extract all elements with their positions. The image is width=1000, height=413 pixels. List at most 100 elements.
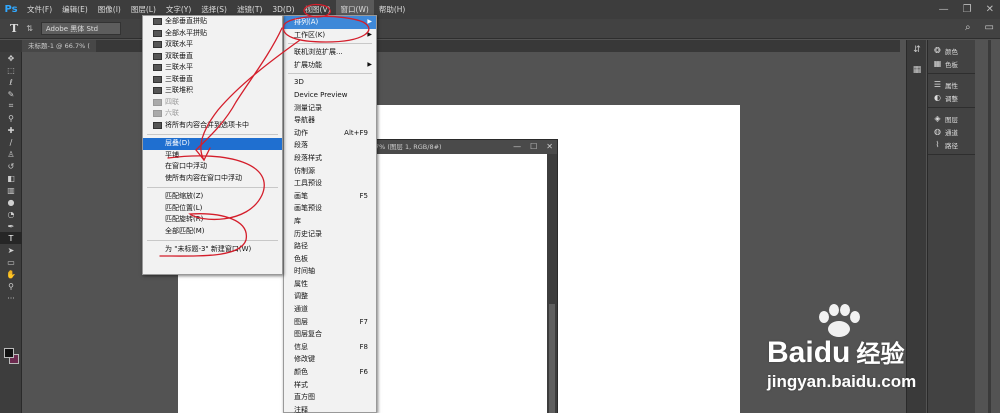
- hand-tool-icon[interactable]: ✋: [0, 268, 22, 280]
- foreground-color-swatch[interactable]: [4, 348, 14, 358]
- window-menu-item[interactable]: 图层 F7: [284, 316, 376, 329]
- dodge-tool-icon[interactable]: ◔: [0, 208, 22, 220]
- window-menu-item[interactable]: 扩展功能 ▶: [284, 59, 376, 72]
- window-menu-item[interactable]: 仿制源: [284, 165, 376, 178]
- arrange-menu-item[interactable]: 匹配位置(L): [143, 203, 282, 215]
- marquee-tool-icon[interactable]: ⬚: [0, 64, 22, 76]
- restore-icon[interactable]: ❐: [963, 4, 972, 15]
- panel-tab-1-0[interactable]: ☰ 属性: [928, 78, 975, 91]
- panel-strip-icon-0[interactable]: ⇵: [907, 40, 927, 60]
- window-menu-item[interactable]: 3D: [284, 76, 376, 89]
- panel-tab-2-2[interactable]: ⌇ 路径: [928, 138, 975, 151]
- window-menu-item[interactable]: 画笔预设: [284, 202, 376, 215]
- arrange-menu-item[interactable]: 匹配缩放(Z): [143, 191, 282, 203]
- eraser-tool-icon[interactable]: ◧: [0, 172, 22, 184]
- doc-maximize-icon[interactable]: ☐: [530, 140, 537, 154]
- panel-tab-2-1[interactable]: ◍ 通道: [928, 125, 975, 138]
- doc-minimize-icon[interactable]: —: [513, 140, 521, 154]
- font-family-select[interactable]: Adobe 黑体 Std: [40, 22, 121, 35]
- panel-strip-icon-1[interactable]: ▦: [907, 60, 927, 80]
- document-window-canvas[interactable]: [371, 154, 547, 413]
- window-menu-item[interactable]: 导航器: [284, 114, 376, 127]
- menu-0[interactable]: 文件(F): [22, 0, 57, 19]
- window-menu-item[interactable]: 段落: [284, 139, 376, 152]
- crop-tool-icon[interactable]: ⌗: [0, 100, 22, 112]
- text-orientation-icon[interactable]: ⇅: [26, 24, 33, 33]
- panel-tab-0-1[interactable]: ▦ 色板: [928, 57, 975, 70]
- window-menu-item[interactable]: 注释: [284, 404, 376, 413]
- arrange-menu-item[interactable]: 全部垂直拼贴: [143, 16, 282, 28]
- window-menu-item-label: 3D: [294, 78, 304, 87]
- panel-tab-0-0[interactable]: ❂ 颜色: [928, 44, 975, 57]
- pen-tool-icon[interactable]: ✒: [0, 220, 22, 232]
- arrange-menu-item[interactable]: 为 "未标题-3" 新建窗口(W): [143, 244, 282, 256]
- type-tool-icon[interactable]: T: [0, 232, 22, 244]
- panel-tab-2-0[interactable]: ◈ 图层: [928, 112, 975, 125]
- more-tools-icon[interactable]: ···: [0, 292, 22, 304]
- arrange-menu-item[interactable]: 使所有内容在窗口中浮动: [143, 173, 282, 185]
- window-menu-item[interactable]: 画笔 F5: [284, 190, 376, 203]
- blur-tool-icon[interactable]: ●: [0, 196, 22, 208]
- eyedropper-tool-icon[interactable]: ⚲: [0, 112, 22, 124]
- arrange-menu-item[interactable]: 全部匹配(M): [143, 226, 282, 238]
- window-menu-item[interactable]: Device Preview: [284, 89, 376, 102]
- window-menu-item[interactable]: 直方图: [284, 391, 376, 404]
- move-tool-icon[interactable]: ✥: [0, 52, 22, 64]
- history-brush-tool-icon[interactable]: ↺: [0, 160, 22, 172]
- window-menu-item[interactable]: 历史记录: [284, 228, 376, 241]
- window-menu-item[interactable]: 联机浏览扩展...: [284, 46, 376, 59]
- arrange-menu-item[interactable]: 双联垂直: [143, 51, 282, 63]
- stamp-tool-icon[interactable]: ♙: [0, 148, 22, 160]
- arrange-menu-item[interactable]: 层叠(D): [143, 138, 282, 150]
- window-menu-item[interactable]: 颜色 F6: [284, 366, 376, 379]
- window-menu-item[interactable]: 时间轴: [284, 265, 376, 278]
- document-window-title-bar[interactable]: 7% (图层 1, RGB/8#) — ☐ ✕: [371, 140, 557, 154]
- window-menu-item[interactable]: 样式: [284, 379, 376, 392]
- window-menu-item[interactable]: 段落样式: [284, 152, 376, 165]
- minimize-icon[interactable]: —: [939, 4, 949, 15]
- brush-tool-icon[interactable]: ∕: [0, 136, 22, 148]
- window-menu-item[interactable]: 色板: [284, 253, 376, 266]
- type-tool-icon[interactable]: T: [10, 22, 18, 35]
- panel-tab-1-1[interactable]: ◐ 调整: [928, 91, 975, 104]
- quick-select-tool-icon[interactable]: ✎: [0, 88, 22, 100]
- window-menu-item[interactable]: 通道: [284, 303, 376, 316]
- window-menu-item[interactable]: 动作 Alt+F9: [284, 127, 376, 140]
- scrollbar-thumb[interactable]: [549, 304, 555, 413]
- close-icon[interactable]: ✕: [986, 4, 994, 15]
- path-select-tool-icon[interactable]: ➤: [0, 244, 22, 256]
- window-menu-item[interactable]: 信息 F8: [284, 341, 376, 354]
- window-menu-item[interactable]: 库: [284, 215, 376, 228]
- document-tab[interactable]: 未标题-1 @ 66.7% (: [22, 40, 96, 52]
- healing-tool-icon[interactable]: ✚: [0, 124, 22, 136]
- gradient-tool-icon[interactable]: ▥: [0, 184, 22, 196]
- arrange-menu-item[interactable]: 将所有内容合并到选项卡中: [143, 120, 282, 132]
- window-menu-item[interactable]: 工作区(K) ▶: [284, 29, 376, 42]
- shape-tool-icon[interactable]: ▭: [0, 256, 22, 268]
- zoom-tool-icon[interactable]: ⚲: [0, 280, 22, 292]
- arrange-menu-item[interactable]: 平铺: [143, 150, 282, 162]
- window-menu-item[interactable]: 调整: [284, 290, 376, 303]
- window-menu-item[interactable]: 测量记录: [284, 102, 376, 115]
- window-menu-item[interactable]: 属性: [284, 278, 376, 291]
- arrange-menu-item[interactable]: 三联垂直: [143, 74, 282, 86]
- window-menu-item[interactable]: 排列(A) ▶: [284, 16, 376, 29]
- arrange-menu-item[interactable]: 在窗口中浮动: [143, 161, 282, 173]
- menu-2[interactable]: 图像(I): [93, 0, 126, 19]
- arrange-menu-item[interactable]: 匹配旋转(R): [143, 214, 282, 226]
- lasso-tool-icon[interactable]: ℓ: [0, 76, 22, 88]
- arrange-menu-item[interactable]: 全部水平拼贴: [143, 28, 282, 40]
- document-window-scrollbar[interactable]: [547, 154, 557, 413]
- window-menu-item[interactable]: 路径: [284, 240, 376, 253]
- window-menu-item[interactable]: 工具预设: [284, 177, 376, 190]
- arrange-menu-item[interactable]: 三联水平: [143, 62, 282, 74]
- arrange-menu-item[interactable]: 三联堆积: [143, 85, 282, 97]
- arrange-menu-item[interactable]: 双联水平: [143, 39, 282, 51]
- menu-1[interactable]: 编辑(E): [57, 0, 93, 19]
- search-icon[interactable]: ⌕: [965, 22, 971, 33]
- doc-close-icon[interactable]: ✕: [546, 140, 553, 154]
- window-menu-item[interactable]: 图层复合: [284, 328, 376, 341]
- workspace-icon[interactable]: ▭: [985, 22, 994, 33]
- menu-10[interactable]: 帮助(H): [374, 0, 411, 19]
- window-menu-item[interactable]: 修改键: [284, 353, 376, 366]
